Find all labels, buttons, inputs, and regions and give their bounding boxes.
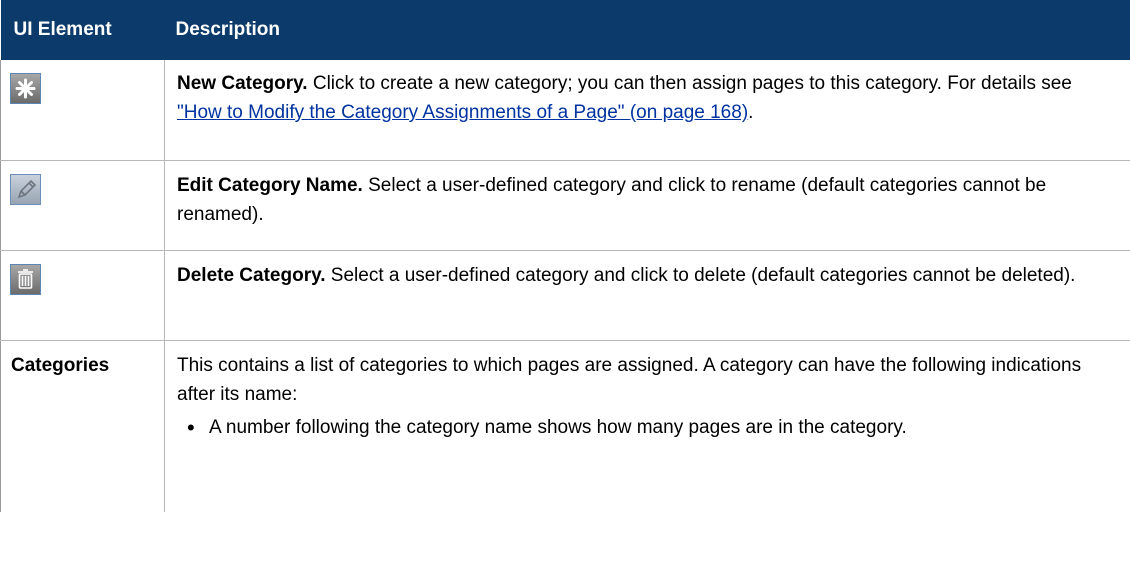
row-title: New Category. <box>177 73 308 94</box>
indications-list: A number following the category name sho… <box>177 413 1119 442</box>
ui-element-cell <box>0 60 165 161</box>
ui-element-cell: Categories <box>0 340 165 512</box>
trash-icon <box>10 264 41 295</box>
row-description: Select a user-defined category and click… <box>325 265 1076 286</box>
row-description-end: . <box>748 102 754 123</box>
ui-element-cell <box>0 250 165 341</box>
header-description: Description <box>164 0 1130 60</box>
table-row: Edit Category Name. Select a user-define… <box>0 160 1130 251</box>
list-item: A number following the category name sho… <box>187 413 1119 442</box>
row-title: Delete Category. <box>177 265 326 286</box>
table-header-row: UI Element Description <box>0 0 1130 60</box>
row-title: Edit Category Name. <box>177 175 363 196</box>
description-cell: New Category. Click to create a new cate… <box>164 60 1130 161</box>
header-ui-element: UI Element <box>0 0 165 60</box>
table-row: Delete Category. Select a user-defined c… <box>0 250 1130 341</box>
categories-label: Categories <box>11 355 110 376</box>
row-description: This contains a list of categories to wh… <box>177 355 1082 405</box>
description-cell: Delete Category. Select a user-defined c… <box>164 250 1130 341</box>
ui-element-cell <box>0 160 165 251</box>
new-category-icon <box>10 73 41 104</box>
edit-pencil-icon <box>10 174 41 205</box>
table-row: New Category. Click to create a new cate… <box>0 60 1130 161</box>
modify-category-assignments-link[interactable]: "How to Modify the Category Assignments … <box>177 102 748 123</box>
table-row: Categories This contains a list of categ… <box>0 340 1130 513</box>
row-description: Click to create a new category; you can … <box>307 73 1072 94</box>
ui-elements-table: UI Element Description New Category. Cli… <box>0 0 1130 512</box>
description-cell: Edit Category Name. Select a user-define… <box>164 160 1130 251</box>
description-cell: This contains a list of categories to wh… <box>165 341 1130 513</box>
